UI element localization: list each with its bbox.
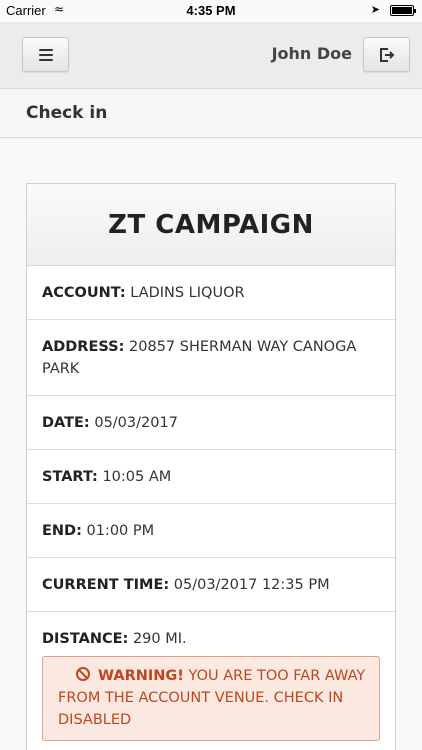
card-header: ZT CAMPAIGN [27,184,395,266]
logout-button[interactable] [363,37,410,72]
detail-value: LADINS LIQUOR [130,285,245,301]
detail-value: 05/03/2017 12:35 PM [173,577,330,593]
detail-label: END: [42,523,82,539]
detail-row-distance: DISTANCE: 290 MI. WARNING! YOU ARE TOO F… [27,612,395,741]
detail-row-account: ACCOUNT: LADINS LIQUOR [27,266,395,320]
detail-value: 290 MI. [132,631,187,647]
ban-icon [76,667,90,681]
hamburger-icon [39,49,53,61]
menu-button[interactable] [22,37,69,72]
detail-label: ACCOUNT: [42,285,126,301]
page-header: Check in [0,88,422,138]
top-nav: John Doe [0,22,422,88]
page-title: Check in [26,103,108,123]
detail-row-date: DATE: 05/03/2017 [27,396,395,450]
status-bar: Carrier ≈ 4:35 PM ➤ [0,0,422,22]
detail-label: CURRENT TIME: [42,577,170,593]
content-area: ZT CAMPAIGN ACCOUNT: LADINS LIQUOR ADDRE… [0,139,422,750]
logout-icon [380,48,395,62]
location-icon: ➤ [370,3,380,16]
detail-value: 10:05 AM [102,469,172,485]
detail-label: DATE: [42,415,90,431]
campaign-card: ZT CAMPAIGN ACCOUNT: LADINS LIQUOR ADDRE… [26,183,396,750]
status-time: 4:35 PM [186,3,236,18]
detail-value: 01:00 PM [86,523,155,539]
detail-label: ADDRESS: [42,339,125,355]
battery-icon [390,5,416,16]
detail-row-start: START: 10:05 AM [27,450,395,504]
detail-value: 05/03/2017 [94,415,178,431]
detail-label: START: [42,469,98,485]
detail-row-current-time: CURRENT TIME: 05/03/2017 12:35 PM [27,558,395,612]
detail-row-end: END: 01:00 PM [27,504,395,558]
warning-alert: WARNING! YOU ARE TOO FAR AWAY FROM THE A… [42,656,380,741]
warning-title: WARNING! [98,668,184,684]
detail-row-address: ADDRESS: 20857 SHERMAN WAY CANOGA PARK [27,320,395,396]
campaign-title: ZT CAMPAIGN [108,209,314,240]
detail-label: DISTANCE: [42,631,129,647]
user-name: John Doe [271,44,352,63]
